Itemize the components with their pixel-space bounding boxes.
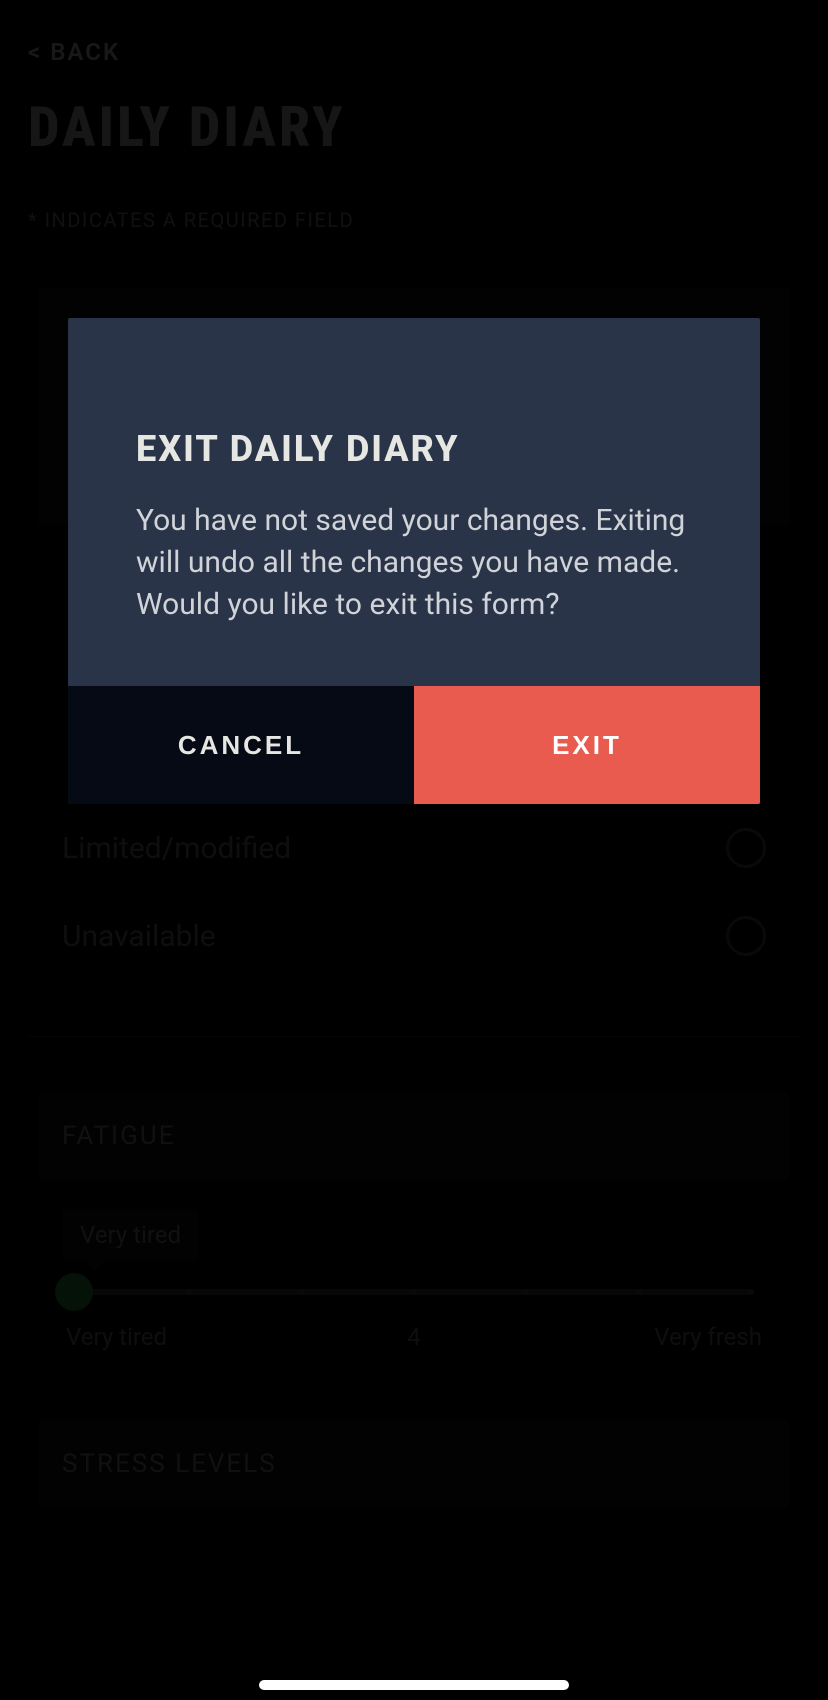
cancel-button[interactable]: CANCEL — [68, 686, 414, 804]
modal-message: You have not saved your changes. Exiting… — [136, 500, 692, 626]
modal-body: EXIT DAILY DIARY You have not saved your… — [68, 318, 760, 686]
home-indicator[interactable] — [259, 1680, 569, 1690]
modal-overlay: EXIT DAILY DIARY You have not saved your… — [0, 0, 828, 1700]
modal-title: EXIT DAILY DIARY — [136, 428, 692, 470]
modal-buttons: CANCEL EXIT — [68, 686, 760, 804]
exit-button[interactable]: EXIT — [414, 686, 760, 804]
exit-modal: EXIT DAILY DIARY You have not saved your… — [68, 318, 760, 804]
